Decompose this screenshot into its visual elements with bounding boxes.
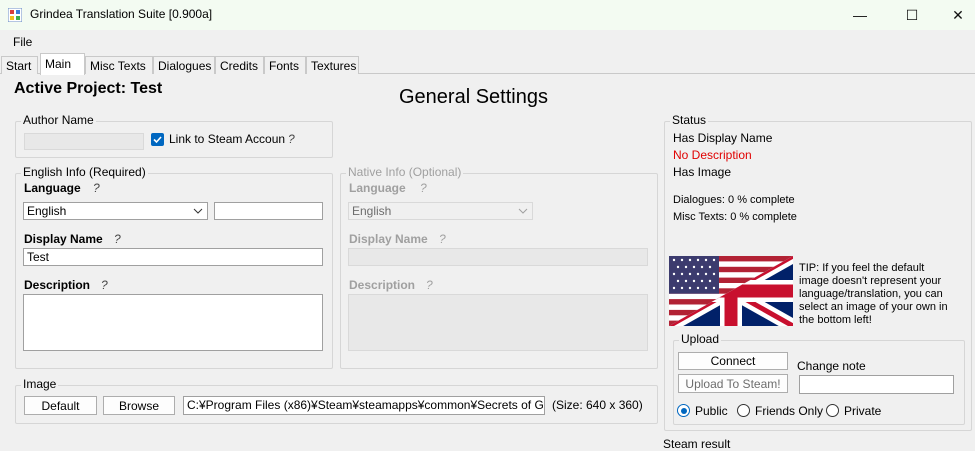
native-display-name-help-icon: ? bbox=[439, 232, 446, 246]
chevron-down-icon bbox=[518, 208, 528, 214]
native-language-select: English bbox=[348, 202, 533, 220]
status-dialogues: Dialogues: 0 % complete bbox=[673, 194, 795, 206]
menu-bar bbox=[0, 30, 975, 54]
english-language-extra-field[interactable] bbox=[214, 202, 323, 220]
default-image-button[interactable]: Default bbox=[24, 396, 97, 415]
tab-textures[interactable]: Textures bbox=[306, 56, 359, 74]
author-legend: Author Name bbox=[21, 113, 96, 127]
maximize-icon: ☐ bbox=[905, 6, 919, 23]
english-info-legend: English Info (Required) bbox=[21, 165, 148, 179]
change-note-label: Change note bbox=[797, 359, 866, 373]
english-language-help-icon[interactable]: ? bbox=[93, 181, 100, 195]
tab-credits[interactable]: Credits bbox=[215, 56, 264, 74]
active-project-label: Active Project: Test bbox=[14, 80, 163, 97]
window-title: Grindea Translation Suite [0.900a] bbox=[30, 7, 213, 21]
english-description-help-icon[interactable]: ? bbox=[101, 278, 108, 292]
chevron-down-icon bbox=[193, 208, 203, 214]
checkmark-icon bbox=[153, 136, 162, 144]
english-display-name-label: Display Name bbox=[24, 232, 103, 246]
image-legend: Image bbox=[21, 377, 59, 391]
menu-file[interactable]: File bbox=[13, 35, 32, 49]
tab-main[interactable]: Main bbox=[40, 53, 85, 75]
author-name-field[interactable] bbox=[24, 133, 144, 150]
status-legend: Status bbox=[670, 113, 709, 127]
english-language-value: English bbox=[27, 204, 67, 218]
tab-fonts[interactable]: Fonts bbox=[264, 56, 306, 74]
native-language-label: Language bbox=[349, 181, 406, 195]
page-title: General Settings bbox=[399, 86, 548, 108]
status-has-display-name: Has Display Name bbox=[673, 131, 773, 145]
english-display-name-field[interactable]: Test bbox=[23, 248, 323, 266]
native-language-help-icon: ? bbox=[420, 181, 427, 195]
native-display-name-label: Display Name bbox=[349, 232, 428, 246]
tab-misc-texts[interactable]: Misc Texts bbox=[85, 56, 153, 74]
english-description-label: Description bbox=[24, 278, 91, 292]
english-language-label: Language bbox=[24, 181, 81, 195]
minimize-button[interactable]: — bbox=[837, 0, 883, 30]
app-icon bbox=[7, 7, 23, 23]
native-description-field bbox=[348, 294, 648, 351]
status-has-image: Has Image bbox=[673, 165, 732, 179]
tip-text: TIP: If you feel the default image doesn… bbox=[799, 262, 948, 326]
native-info-legend: Native Info (Optional) bbox=[346, 165, 464, 179]
native-description-help-icon: ? bbox=[426, 278, 433, 292]
visibility-private-radio[interactable] bbox=[826, 404, 839, 417]
visibility-friends-label[interactable]: Friends Only bbox=[755, 404, 823, 418]
close-icon: ✕ bbox=[952, 6, 964, 23]
upload-legend: Upload bbox=[679, 332, 722, 346]
english-language-select[interactable]: English bbox=[23, 202, 208, 220]
tab-start[interactable]: Start bbox=[1, 56, 38, 74]
status-no-description: No Description bbox=[673, 148, 752, 162]
visibility-public-label[interactable]: Public bbox=[695, 404, 728, 418]
translation-flag-image bbox=[669, 256, 793, 326]
maximize-button[interactable]: ☐ bbox=[889, 0, 935, 30]
link-steam-label[interactable]: Link to Steam Accoun bbox=[169, 132, 285, 146]
flag-icon bbox=[669, 256, 793, 326]
change-note-field[interactable] bbox=[799, 375, 954, 394]
native-display-name-field bbox=[348, 248, 648, 266]
english-display-name-help-icon[interactable]: ? bbox=[114, 232, 121, 246]
image-path-field[interactable]: C:¥Program Files (x86)¥Steam¥steamapps¥c… bbox=[183, 396, 545, 415]
native-language-value: English bbox=[352, 204, 392, 218]
upload-to-steam-button[interactable]: Upload To Steam! bbox=[678, 374, 788, 393]
connect-button[interactable]: Connect bbox=[678, 352, 788, 370]
visibility-friends-radio[interactable] bbox=[737, 404, 750, 417]
tab-dialogues[interactable]: Dialogues bbox=[153, 56, 215, 74]
steam-result-label: Steam result bbox=[663, 437, 731, 451]
minimize-icon: — bbox=[853, 7, 867, 23]
browse-image-button[interactable]: Browse bbox=[103, 396, 175, 415]
close-button[interactable]: ✕ bbox=[935, 0, 975, 30]
author-help-icon[interactable]: ? bbox=[288, 132, 295, 146]
native-description-label: Description bbox=[349, 278, 416, 292]
status-misc-texts: Misc Texts: 0 % complete bbox=[673, 211, 797, 223]
link-steam-checkbox[interactable] bbox=[151, 133, 164, 146]
visibility-public-radio[interactable] bbox=[677, 404, 690, 417]
english-description-field[interactable] bbox=[23, 294, 323, 351]
visibility-private-label[interactable]: Private bbox=[844, 404, 881, 418]
image-size-label: (Size: 640 x 360) bbox=[552, 398, 643, 412]
